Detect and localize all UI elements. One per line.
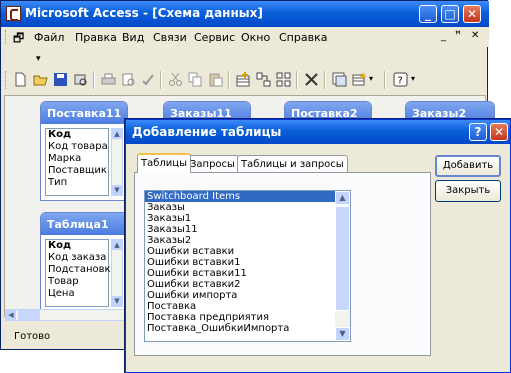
toolbar-separator bbox=[384, 71, 386, 89]
list-item[interactable]: Ошибки вставки11 bbox=[145, 268, 350, 279]
show-table-icon[interactable] bbox=[236, 72, 251, 87]
doc-restore-icon[interactable]: ꟸ bbox=[455, 30, 461, 41]
tab-queries[interactable]: Запросы bbox=[186, 155, 239, 172]
field-list-scrollbar[interactable]: ▲ ▼ bbox=[111, 128, 123, 196]
add-table-dialog: Добавление таблицы ? ✕ Таблицы Запросы Т… bbox=[125, 119, 511, 373]
field-item[interactable]: Код товара bbox=[46, 141, 108, 153]
listbox-scrollbar[interactable]: ▲ ▼ bbox=[335, 191, 350, 341]
field-item[interactable]: Код заказа bbox=[46, 252, 108, 264]
scroll-left-arrow-icon[interactable]: ◀ bbox=[6, 310, 16, 320]
workspace-horizontal-scrollbar[interactable]: ◀ bbox=[5, 309, 125, 321]
table-box[interactable]: Таблица1 Код Код заказа Подстановка Това… bbox=[40, 212, 128, 312]
field-item[interactable]: Подстановка bbox=[46, 264, 117, 276]
doc-minimize-icon[interactable]: _ bbox=[441, 31, 446, 42]
menu-view[interactable]: Вид bbox=[122, 31, 144, 44]
scroll-thumb[interactable] bbox=[335, 206, 350, 311]
list-item[interactable]: Заказы2 bbox=[145, 235, 350, 246]
new-object-dropdown-icon[interactable]: ▾ bbox=[369, 74, 373, 83]
new-object-icon[interactable] bbox=[352, 72, 367, 87]
show-all-relations-icon[interactable] bbox=[276, 72, 291, 87]
field-item[interactable]: Поставщик bbox=[46, 165, 108, 177]
menu-tools[interactable]: Сервис bbox=[194, 31, 235, 44]
svg-text:?: ? bbox=[398, 76, 403, 87]
dialog-help-button[interactable]: ? bbox=[469, 123, 487, 141]
delete-icon[interactable] bbox=[304, 72, 319, 87]
access-app-icon[interactable] bbox=[6, 6, 21, 21]
dialog-title-bar[interactable]: Добавление таблицы ? ✕ bbox=[126, 120, 510, 144]
minimize-button[interactable]: _ bbox=[419, 5, 437, 23]
table-box[interactable]: Поставка11 Код Код товара Марка Поставщи… bbox=[40, 101, 128, 201]
menu-edit[interactable]: Правка bbox=[75, 31, 117, 44]
field-item[interactable]: Цена bbox=[46, 288, 108, 300]
save-icon[interactable] bbox=[53, 72, 68, 87]
list-item[interactable]: Заказы1 bbox=[145, 213, 350, 224]
field-list[interactable]: Код Код заказа Подстановка Товар Цена bbox=[45, 239, 117, 307]
field-list-scrollbar[interactable]: ▲ ▼ bbox=[111, 239, 123, 307]
cut-icon[interactable] bbox=[168, 72, 183, 87]
toolbar-separator bbox=[324, 71, 326, 89]
list-item[interactable]: Поставка предприятия bbox=[145, 312, 350, 323]
scroll-up-arrow-icon[interactable]: ▲ bbox=[335, 191, 350, 205]
paste-icon[interactable] bbox=[208, 72, 223, 87]
list-item[interactable]: Ошибки вставки1 bbox=[145, 257, 350, 268]
toolbar-separator bbox=[160, 71, 162, 89]
table-listbox[interactable]: Switchboard Items Заказы Заказы1 Заказы1… bbox=[144, 190, 351, 342]
scroll-thumb[interactable] bbox=[18, 310, 40, 320]
menu-window[interactable]: Окно bbox=[241, 31, 270, 44]
copy-icon[interactable] bbox=[188, 72, 203, 87]
list-item[interactable]: Поставка bbox=[145, 301, 350, 312]
new-icon[interactable] bbox=[13, 72, 28, 87]
main-title-bar[interactable]: Microsoft Access - [Схема данных] _ □ ✕ bbox=[1, 1, 489, 27]
add-button[interactable]: Добавить bbox=[435, 155, 501, 177]
open-icon[interactable] bbox=[33, 72, 48, 87]
list-item[interactable]: Ошибки импорта bbox=[145, 290, 350, 301]
toolbar-chevron-icon[interactable]: ▾ bbox=[36, 54, 41, 64]
help-dropdown-icon[interactable]: ▾ bbox=[411, 74, 415, 83]
field-list[interactable]: Код Код товара Марка Поставщик Тип bbox=[45, 128, 109, 196]
spelling-icon[interactable] bbox=[141, 72, 156, 87]
main-window-title: Microsoft Access - [Схема данных] bbox=[25, 6, 263, 20]
scroll-down-arrow-icon[interactable]: ▼ bbox=[335, 327, 350, 341]
list-item[interactable]: Ошибки вставки2 bbox=[145, 279, 350, 290]
standard-toolbar: ▾ ? ▾ bbox=[1, 67, 489, 93]
help-icon[interactable]: ? bbox=[393, 72, 408, 87]
toolbar-separator bbox=[296, 71, 298, 89]
status-text: Готово bbox=[14, 331, 51, 342]
tab-tables[interactable]: Таблицы bbox=[137, 153, 191, 173]
document-icon[interactable]: 🗗 bbox=[13, 29, 24, 50]
table-title[interactable]: Поставка11 bbox=[41, 102, 127, 124]
show-direct-icon[interactable] bbox=[256, 72, 271, 87]
list-item[interactable]: Ошибки вставки bbox=[145, 246, 350, 257]
list-item[interactable]: Заказы11 bbox=[145, 224, 350, 235]
toolbar-separator bbox=[228, 71, 230, 89]
field-item[interactable]: Марка bbox=[46, 153, 108, 165]
list-item[interactable]: Switchboard Items bbox=[145, 191, 350, 202]
database-window-icon[interactable] bbox=[332, 72, 347, 87]
list-item[interactable]: Поставка_ОшибкиИмпорта bbox=[145, 323, 350, 334]
print-preview-icon[interactable] bbox=[73, 72, 88, 87]
close-button[interactable]: ✕ bbox=[463, 5, 481, 23]
tab-tables-and-queries[interactable]: Таблицы и запросы bbox=[237, 155, 348, 172]
field-item[interactable]: Тип bbox=[46, 177, 108, 189]
menubar-grip[interactable] bbox=[5, 30, 9, 44]
print-preview2-icon[interactable] bbox=[121, 72, 136, 87]
menu-help[interactable]: Справка bbox=[279, 31, 327, 44]
field-item[interactable]: Код bbox=[46, 240, 108, 252]
dialog-close-button[interactable]: ✕ bbox=[490, 123, 508, 141]
menu-bar: 🗗 Файл Правка Вид Связи Сервис Окно Спра… bbox=[1, 27, 489, 47]
menu-file[interactable]: Файл bbox=[34, 31, 64, 44]
toolbar-grip[interactable] bbox=[5, 71, 9, 89]
print-icon[interactable] bbox=[101, 72, 116, 87]
table-title[interactable]: Таблица1 bbox=[41, 213, 127, 235]
doc-close-icon[interactable]: ✕ bbox=[471, 30, 479, 41]
list-item[interactable]: Заказы bbox=[145, 202, 350, 213]
field-item[interactable]: Товар bbox=[46, 276, 108, 288]
close-dialog-button[interactable]: Закрыть bbox=[435, 180, 501, 202]
field-item[interactable]: Код bbox=[46, 129, 108, 141]
dialog-title: Добавление таблицы bbox=[132, 125, 282, 139]
maximize-button[interactable]: □ bbox=[441, 5, 459, 23]
menu-relations[interactable]: Связи bbox=[153, 31, 187, 44]
toolbar-separator bbox=[93, 71, 95, 89]
